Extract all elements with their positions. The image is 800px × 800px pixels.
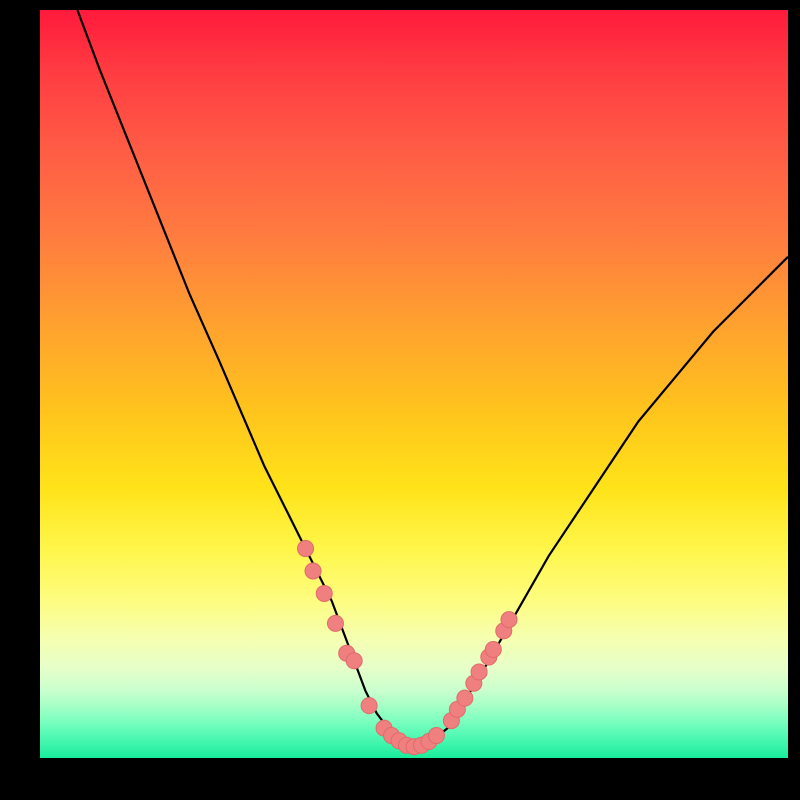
curve-marker — [428, 728, 444, 744]
curve-marker — [346, 653, 362, 669]
bottleneck-curve-path — [77, 10, 788, 747]
chart-stage: TheBottleneck.com — [0, 0, 800, 800]
chart-overlay — [40, 10, 788, 758]
chart-curve — [77, 10, 788, 747]
curve-marker — [384, 728, 400, 744]
curve-marker — [485, 642, 501, 658]
curve-marker — [471, 664, 487, 680]
curve-marker — [457, 690, 473, 706]
curve-marker — [413, 737, 429, 753]
curve-marker — [316, 585, 332, 601]
chart-plot-area — [40, 10, 788, 758]
curve-marker — [501, 612, 517, 628]
curve-marker — [399, 737, 415, 753]
curve-marker — [361, 698, 377, 714]
curve-marker — [305, 563, 321, 579]
curve-marker — [391, 733, 407, 749]
curve-marker — [327, 615, 343, 631]
curve-marker — [466, 675, 482, 691]
chart-markers — [298, 541, 517, 755]
curve-marker — [376, 720, 392, 736]
curve-marker — [496, 623, 512, 639]
curve-marker — [339, 645, 355, 661]
curve-marker — [449, 701, 465, 717]
curve-marker — [421, 734, 437, 750]
curve-marker — [298, 541, 314, 557]
curve-marker — [443, 713, 459, 729]
curve-marker — [406, 739, 422, 755]
curve-marker — [481, 649, 497, 665]
